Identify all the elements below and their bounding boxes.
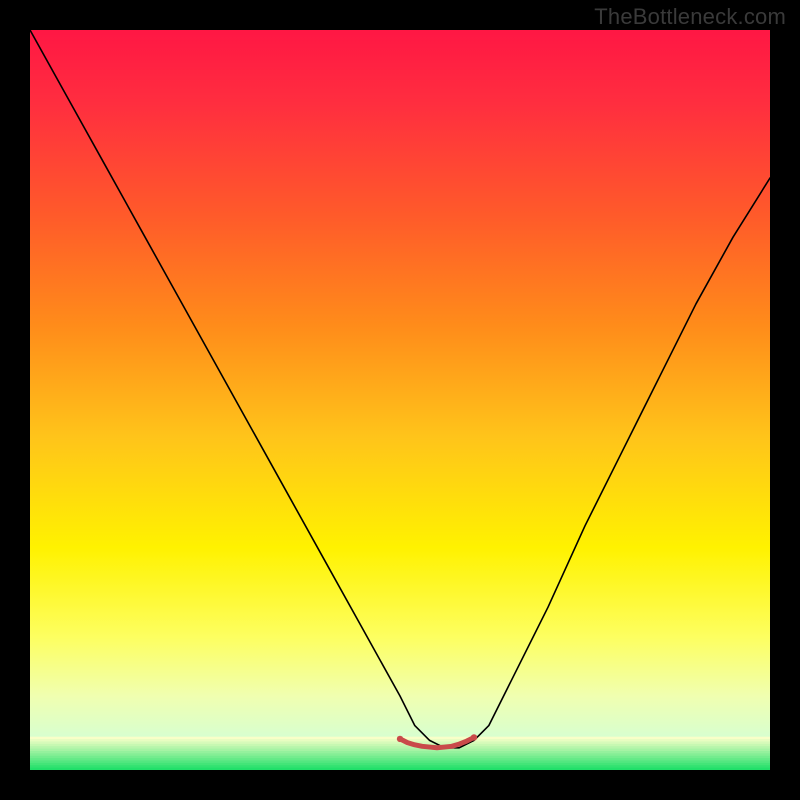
plot-area <box>30 30 770 770</box>
chart-container: TheBottleneck.com <box>0 0 800 800</box>
bottleneck-chart-svg <box>30 30 770 770</box>
gradient-background <box>30 30 770 770</box>
optimal-marker-cap <box>397 736 403 742</box>
watermark-text: TheBottleneck.com <box>594 4 786 30</box>
band-stripe <box>30 768 770 770</box>
optimal-marker-cap <box>471 734 477 740</box>
